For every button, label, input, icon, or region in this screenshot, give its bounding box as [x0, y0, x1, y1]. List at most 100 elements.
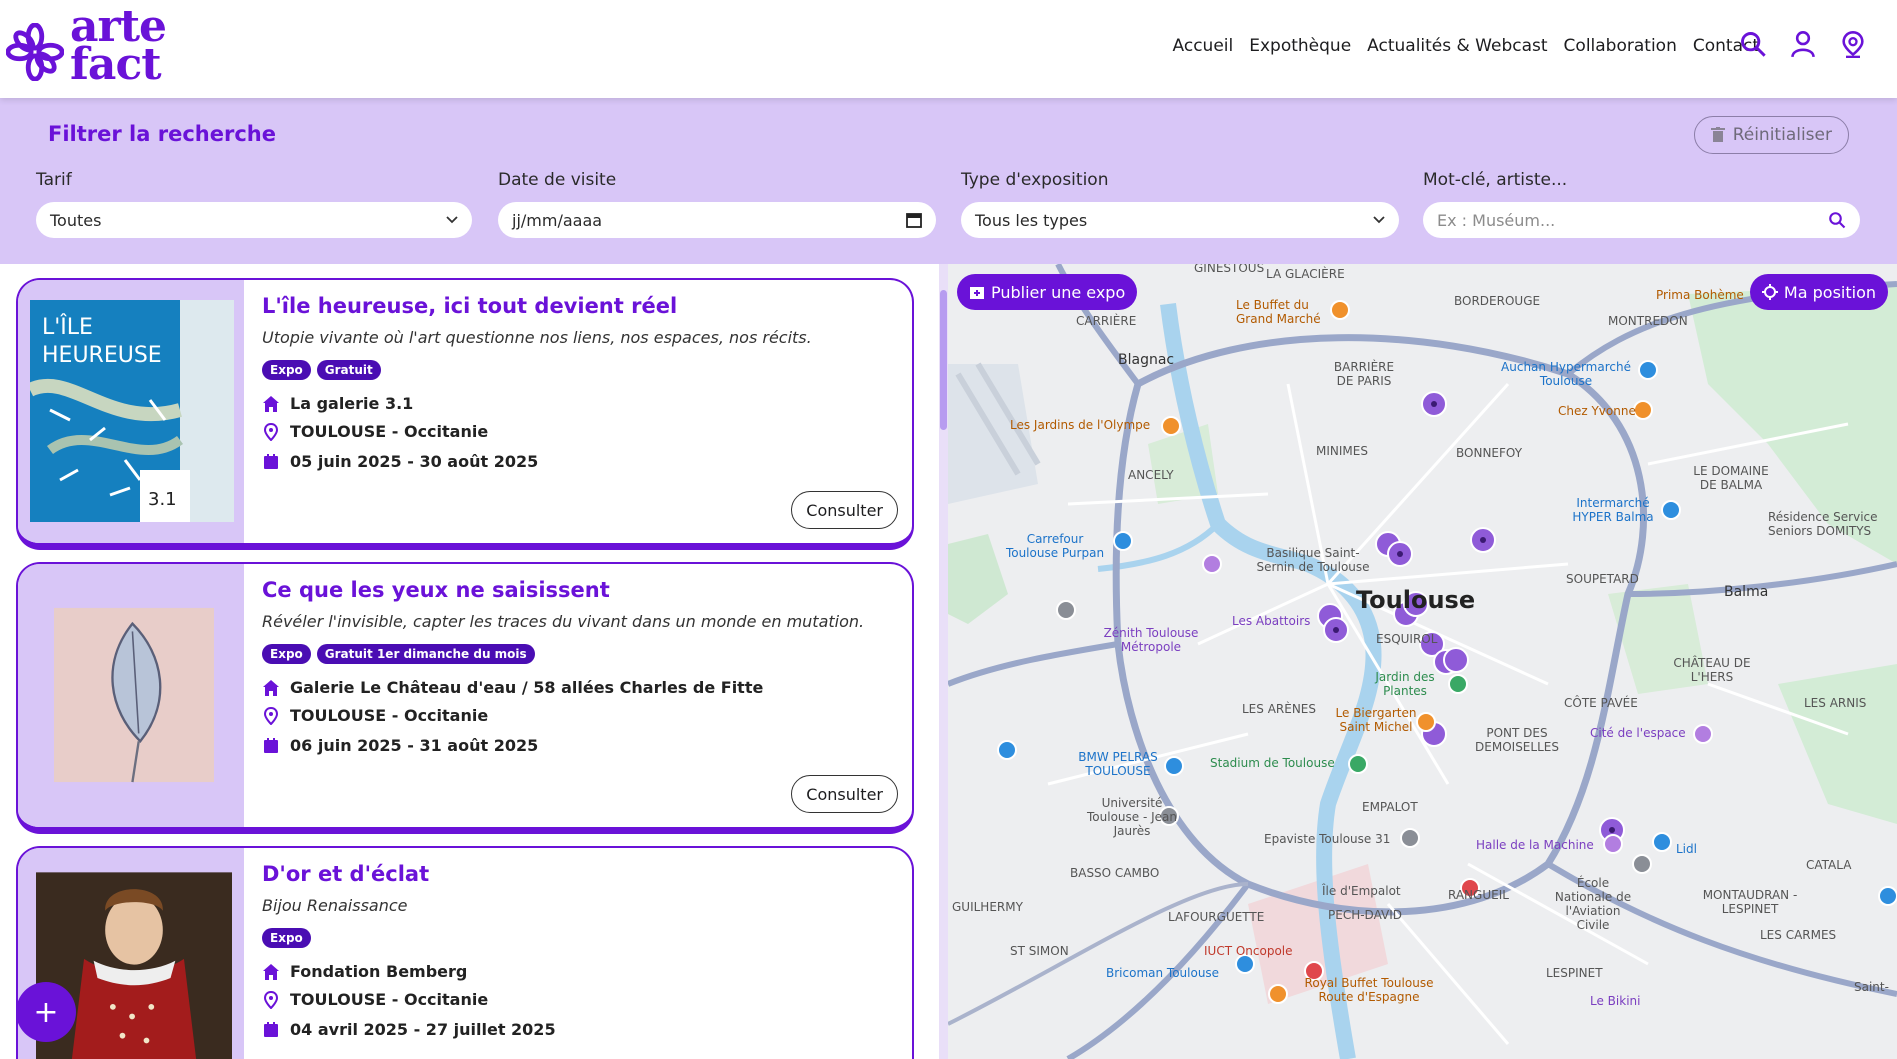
home-icon [263, 395, 279, 412]
search-icon[interactable] [1739, 30, 1767, 58]
map-label: BMW PELRAS TOULOUSE [1078, 750, 1158, 778]
nav-actualites[interactable]: Actualités & Webcast [1367, 36, 1547, 56]
map-label: BARRIÈRE DE PARIS [1333, 360, 1395, 388]
map-label: MONTREDON [1608, 314, 1688, 328]
consult-button[interactable]: Consulter [791, 491, 898, 529]
map-label: ANCELY [1128, 468, 1174, 482]
calendar-plus-icon [970, 287, 984, 299]
consult-button[interactable]: Consulter [791, 775, 898, 813]
trash-icon [1710, 127, 1725, 142]
map-label: Jardin des Plantes [1375, 670, 1435, 698]
map-pin-icon [263, 706, 279, 725]
map-label: GUILHERMY [952, 900, 1023, 914]
scrollbar-thumb[interactable] [940, 290, 947, 430]
exhibition-card[interactable]: D'or et d'éclat Bijou Renaissance Expo F… [16, 846, 914, 1059]
map-label: Le Bikini [1590, 994, 1641, 1008]
map-label: LES ARÈNES [1242, 702, 1317, 716]
map-label: SOUPETARD [1566, 572, 1639, 586]
svg-text:L'ÎLE: L'ÎLE [42, 314, 93, 340]
map-label: Stadium de Toulouse [1210, 756, 1335, 770]
date-label: Date de visite [498, 170, 617, 190]
card-title[interactable]: Ce que les yeux ne saisissent [262, 578, 610, 602]
photo-image [54, 607, 214, 783]
add-button[interactable]: + [16, 982, 76, 1042]
user-icon[interactable] [1789, 30, 1817, 58]
nav-accueil[interactable]: Accueil [1173, 36, 1234, 56]
exhibition-card[interactable]: Ce que les yeux ne saisissent Révéler l'… [16, 562, 914, 834]
tag-badge: Gratuit 1er dimanche du mois [316, 644, 535, 664]
nav-collaboration[interactable]: Collaboration [1564, 36, 1677, 56]
nav-expotheque[interactable]: Expothèque [1249, 36, 1351, 56]
card-venue: La galerie 3.1 [262, 394, 413, 413]
exhibition-list: L'ÎLE HEUREUSE 3.1 L'île heureuse, ici t… [0, 264, 937, 1059]
home-icon [263, 679, 279, 696]
tarif-label: Tarif [36, 170, 72, 190]
map-label: PONT DES DEMOISELLES [1475, 726, 1559, 754]
map-label: Prima Bohème [1656, 288, 1744, 302]
card-subtitle: Révéler l'invisible, capter les traces d… [262, 612, 865, 631]
calendar-icon [264, 1021, 278, 1037]
map-label: Carrefour Toulouse Purpan [1005, 532, 1105, 560]
map-label: MONTAUDRAN - LESPINET [1702, 888, 1798, 916]
card-title[interactable]: L'île heureuse, ici tout devient réel [262, 294, 677, 318]
tarif-select[interactable]: Toutes [36, 202, 472, 238]
map-label: RANGUEIL [1448, 888, 1509, 902]
card-dates: 06 juin 2025 - 31 août 2025 [262, 736, 538, 755]
map-label: Résidence Service Seniors DOMITYS [1768, 510, 1878, 538]
card-subtitle: Bijou Renaissance [262, 896, 408, 915]
map-label: Île d'Empalot [1322, 884, 1401, 898]
main-nav: Accueil Expothèque Actualités & Webcast … [1173, 36, 1759, 56]
tag-badge: Expo [262, 360, 311, 380]
poster-image: L'ÎLE HEUREUSE 3.1 [30, 300, 234, 522]
map-label: BONNEFOY [1456, 446, 1523, 460]
reset-button[interactable]: Réinitialiser [1693, 116, 1849, 154]
card-title[interactable]: D'or et d'éclat [262, 862, 429, 886]
map-label: Halle de la Machine [1476, 838, 1594, 852]
map-label: Zénith Toulouse Métropole [1103, 626, 1199, 654]
card-city: TOULOUSE - Occitanie [262, 422, 488, 441]
card-venue: Galerie Le Château d'eau / 58 allées Cha… [262, 678, 763, 697]
svg-text:HEUREUSE: HEUREUSE [42, 343, 162, 368]
map-label: CÔTE PAVÉE [1564, 696, 1638, 710]
publish-expo-button[interactable]: Publier une expo [957, 274, 1138, 310]
header-icons [1739, 30, 1867, 58]
map-label: Les Jardins de l'Olympe [1010, 418, 1151, 432]
crosshair-icon [1761, 284, 1778, 300]
publish-label: Publier une expo [991, 282, 1126, 302]
map-label: Le Biergarten Saint Michel [1335, 706, 1417, 734]
tag-badge: Expo [262, 644, 311, 664]
map-label: Les Abattoirs [1232, 614, 1311, 628]
map-label: MINIMES [1316, 444, 1368, 458]
map-label: LES ARNIS [1804, 696, 1867, 710]
map-pin-icon [263, 422, 279, 441]
search-icon[interactable] [1828, 211, 1846, 229]
map-label: Bricoman Toulouse [1106, 966, 1220, 980]
exhibition-card[interactable]: L'ÎLE HEUREUSE 3.1 L'île heureuse, ici t… [16, 278, 914, 550]
map-view[interactable]: Publier une expo Ma position GINESTOUS L… [948, 264, 1897, 1059]
card-subtitle: Utopie vivante où l'art questionne nos l… [262, 328, 812, 347]
date-input[interactable]: jj/mm/aaaa [498, 202, 936, 238]
map-label: Epaviste Toulouse 31 [1264, 832, 1391, 846]
map-label: Blagnac [1118, 352, 1175, 368]
map-label: Basilique Saint-Sernin de Toulouse [1256, 546, 1370, 574]
calendar-icon[interactable] [906, 212, 922, 228]
logo[interactable]: arte fact [6, 1, 167, 90]
flower-logo-icon [6, 23, 64, 81]
card-tags: Expo Gratuit [262, 360, 381, 380]
logo-text: arte fact [70, 1, 167, 90]
card-dates: 04 avril 2025 - 27 juillet 2025 [262, 1020, 556, 1039]
list-scrollbar[interactable] [939, 264, 948, 1059]
type-value: Tous les types [975, 210, 1088, 230]
map-label: LESPINET [1546, 966, 1603, 980]
tag-badge: Expo [262, 928, 311, 948]
map-label: CHÂTEAU DE L'HERS [1673, 656, 1751, 684]
chevron-down-icon [1373, 216, 1385, 224]
card-venue: Fondation Bemberg [262, 962, 467, 981]
card-city: TOULOUSE - Occitanie [262, 990, 488, 1009]
my-position-button[interactable]: Ma position [1749, 274, 1888, 310]
keyword-input[interactable]: Ex : Muséum... [1423, 202, 1860, 238]
type-select[interactable]: Tous les types [961, 202, 1399, 238]
calendar-icon [264, 453, 278, 469]
location-pin-icon[interactable] [1839, 30, 1867, 58]
map-label: Royal Buffet Toulouse Route d'Espagne [1304, 976, 1434, 1004]
